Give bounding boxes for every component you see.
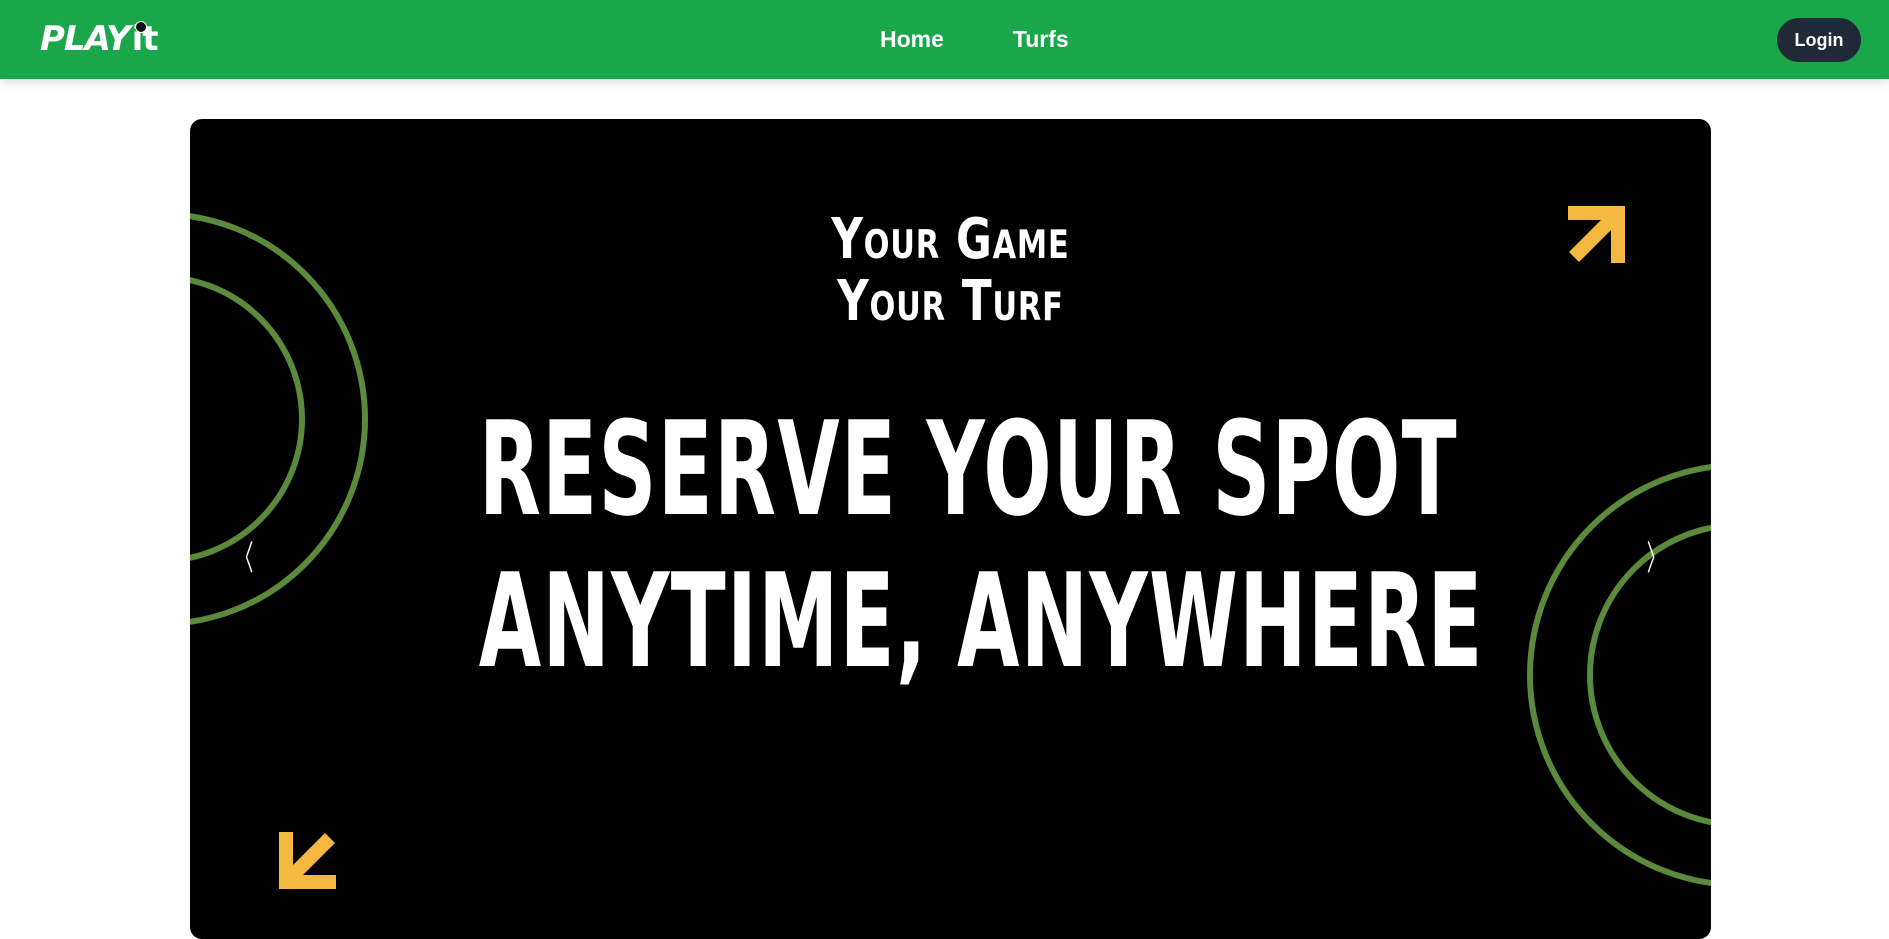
hero-tagline-line1: Your Game	[831, 207, 1070, 272]
logo-text-sub: it	[132, 19, 159, 59]
login-button[interactable]: Login	[1777, 18, 1861, 62]
carousel-next-icon[interactable]: 〉	[1647, 539, 1666, 579]
logo-text-main: PLAY	[40, 19, 131, 59]
arrow-up-right-icon	[1568, 206, 1625, 263]
hero-headline-line2: ANYTIME, ANYWHERE	[478, 545, 1484, 697]
ring-right-outer	[1527, 464, 1711, 886]
nav-link-turfs[interactable]: Turfs	[1013, 26, 1069, 53]
hero-carousel: Your Game Your Turf RESERVE YOUR SPOT AN…	[190, 119, 1711, 939]
ring-left-outer	[190, 213, 368, 625]
carousel-prev-icon[interactable]: 〈	[235, 539, 254, 579]
nav-link-home[interactable]: Home	[880, 26, 944, 53]
soccer-ball-icon	[134, 21, 147, 33]
nav-links: Home Turfs	[880, 0, 1069, 79]
hero-tagline-line2: Your Turf	[837, 269, 1064, 334]
arrow-down-left-icon	[279, 832, 336, 889]
ring-left-inner	[190, 277, 305, 561]
navbar: PLAY it Home Turfs Login	[0, 0, 1889, 79]
hero-headline-line1: RESERVE YOUR SPOT	[478, 393, 1458, 545]
brand-logo[interactable]: PLAY it	[40, 19, 159, 59]
